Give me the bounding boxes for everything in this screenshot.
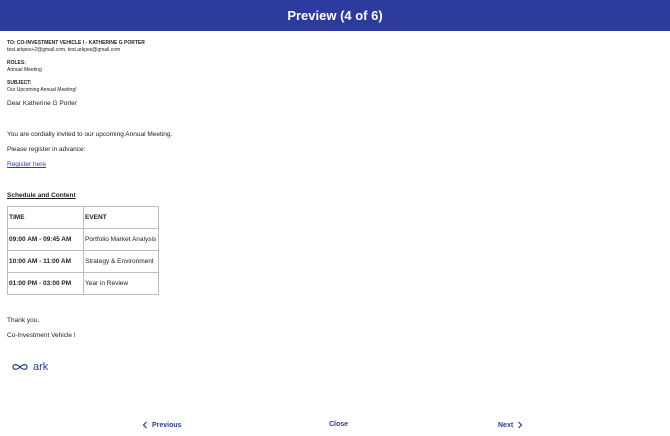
row-time: 01:00 PM - 03:00 PM (7, 272, 84, 295)
chevron-left-icon (142, 421, 147, 429)
table-row: 09:00 AM - 09:45 AM Portfolio Market Ana… (7, 228, 159, 251)
table-header-row: TIME EVENT (7, 206, 159, 229)
row-time: 10:00 AM - 11:00 AM (7, 250, 84, 273)
next-label: Next (498, 421, 514, 429)
chevron-right-icon (518, 421, 523, 429)
close-button[interactable]: Close (329, 421, 348, 428)
previous-label: Previous (152, 421, 182, 429)
table-row: 01:00 PM - 03:00 PM Year in Review (7, 272, 159, 295)
row-event: Portfolio Market Analysis (83, 228, 159, 251)
invite-text: You are cordially invited to our upcomin… (7, 131, 173, 138)
column-header-time: TIME (7, 206, 84, 229)
column-header-event: EVENT (83, 206, 159, 229)
roles-label: ROLES: (7, 60, 26, 66)
modal-header: Preview (4 of 6) (0, 0, 670, 31)
previous-button[interactable]: Previous (142, 421, 182, 429)
modal-title: Preview (4 of 6) (287, 8, 383, 23)
thanks-text: Thank you, (7, 317, 40, 324)
subject-value: Our Upcoming Annual Meeting! (7, 87, 77, 93)
greeting: Dear Katherine G Porter (7, 100, 78, 107)
ark-logo: ark (11, 361, 48, 373)
signature: Co-Investment Vehicle I (7, 332, 76, 339)
row-event: Strategy & Environment (83, 250, 159, 273)
register-prompt: Please register in advance: (7, 146, 86, 153)
register-link[interactable]: Register here (7, 161, 657, 168)
logo-text: ark (33, 361, 49, 373)
schedule-table: TIME EVENT 09:00 AM - 09:45 AM Portfolio… (7, 206, 159, 295)
subject-label: SUBJECT: (7, 80, 32, 86)
schedule-title: Schedule and Content (7, 192, 76, 199)
infinity-icon (12, 364, 28, 370)
to-emails: test.arkpes+2@gmail.com, test.arkpes@gma… (7, 47, 121, 53)
to-label: TO: Co-Investment Vehicle I - Katherine … (7, 40, 145, 46)
roles-value: Annual Meeting (7, 67, 42, 73)
modal-footer (0, 398, 670, 436)
row-time: 09:00 AM - 09:45 AM (7, 228, 84, 251)
email-preview: TO: Co-Investment Vehicle I - Katherine … (7, 40, 657, 339)
row-event: Year in Review (83, 272, 159, 295)
next-button[interactable]: Next (498, 421, 523, 429)
table-row: 10:00 AM - 11:00 AM Strategy & Environme… (7, 250, 159, 273)
close-label: Close (329, 421, 349, 428)
